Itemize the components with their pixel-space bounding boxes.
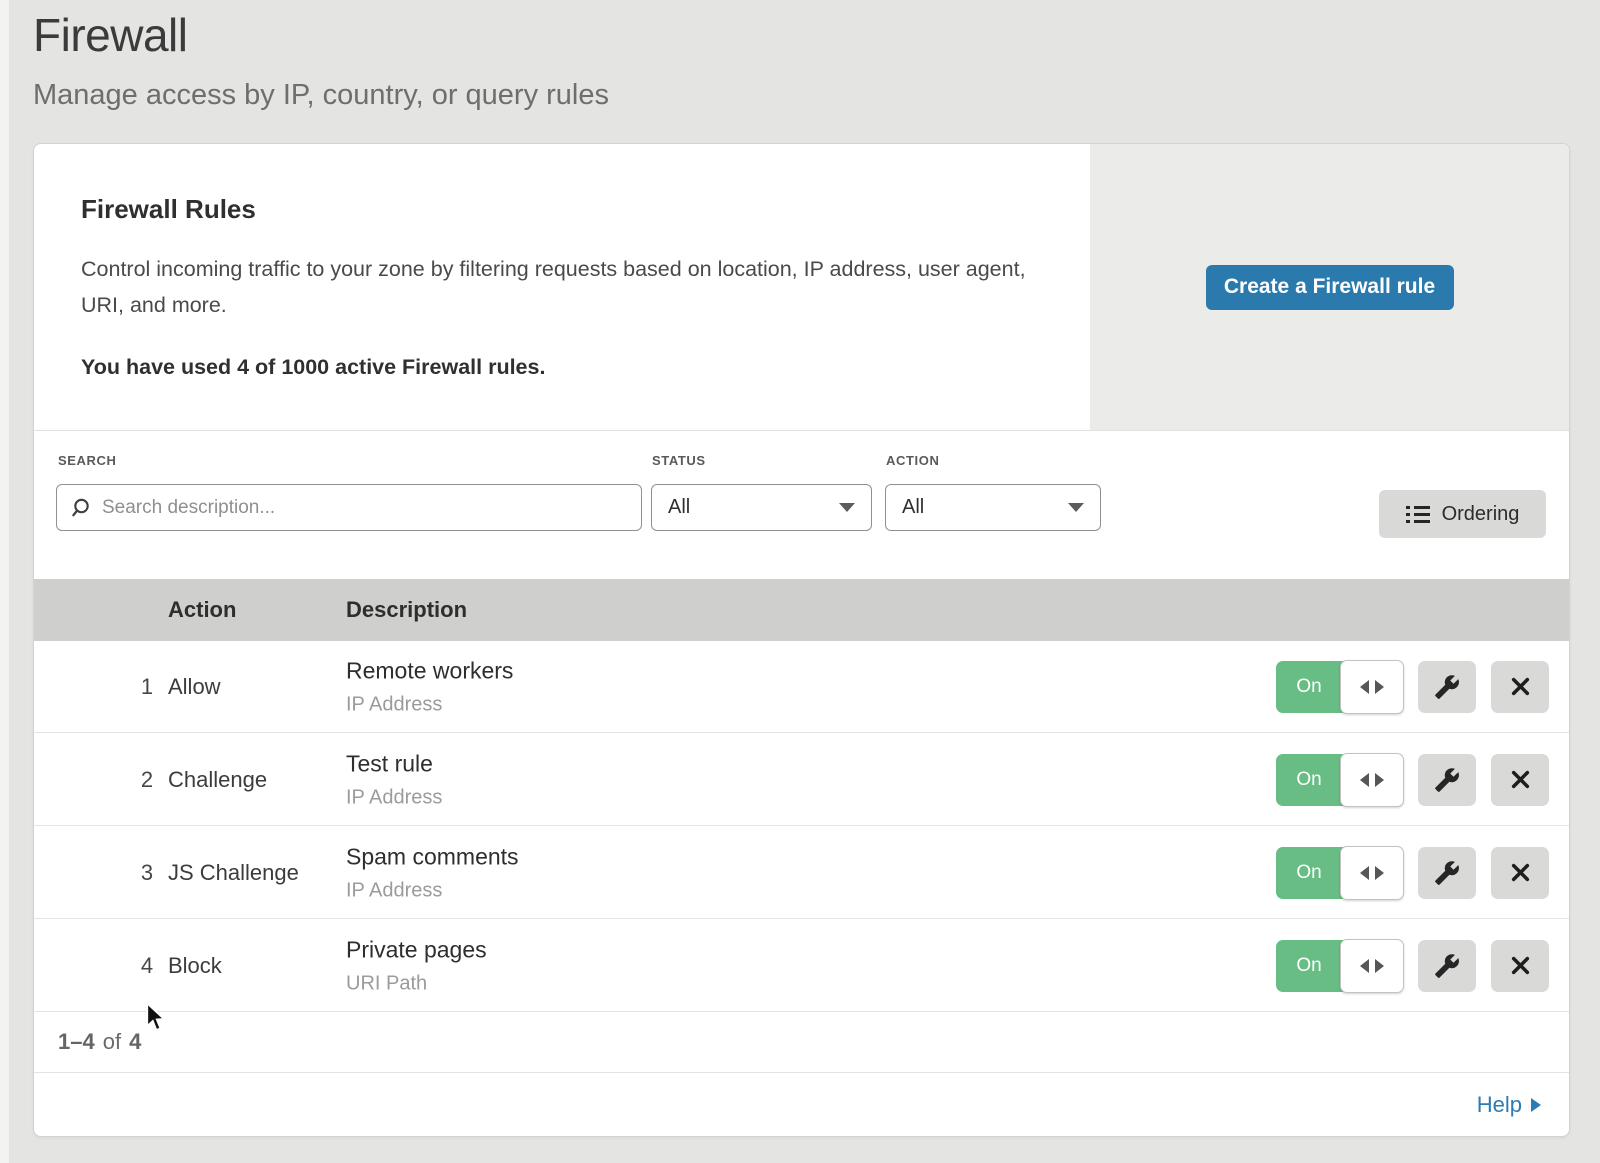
rule-description-cell: Remote workers IP Address — [346, 657, 513, 716]
close-icon — [1510, 769, 1531, 790]
rule-match-type: IP Address — [346, 879, 519, 902]
table-header: Action Description — [34, 579, 1569, 641]
create-firewall-rule-button[interactable]: Create a Firewall rule — [1206, 265, 1454, 310]
wrench-icon — [1434, 860, 1460, 886]
edit-rule-button[interactable] — [1418, 754, 1476, 806]
search-icon — [70, 497, 92, 519]
close-icon — [1510, 862, 1531, 883]
status-selected-value: All — [668, 496, 690, 519]
edit-rule-button[interactable] — [1418, 940, 1476, 992]
close-icon — [1510, 676, 1531, 697]
help-link-label: Help — [1477, 1092, 1522, 1118]
action-select[interactable]: All — [885, 484, 1101, 531]
rule-controls: On — [1276, 847, 1549, 899]
rule-description: Test rule — [346, 750, 442, 777]
rule-controls: On — [1276, 754, 1549, 806]
rule-action: Block — [168, 953, 222, 979]
rule-action: Challenge — [168, 767, 267, 793]
search-label: SEARCH — [58, 453, 117, 468]
window-edge — [0, 0, 9, 1163]
create-rule-panel: Create a Firewall rule — [1090, 144, 1569, 430]
rules-summary-text: Firewall Rules Control incoming traffic … — [81, 194, 1061, 380]
rule-priority: 1 — [129, 674, 165, 700]
ordering-list-icon — [1406, 505, 1430, 524]
delete-rule-button[interactable] — [1491, 940, 1549, 992]
search-field[interactable] — [56, 484, 642, 531]
help-row: Help — [34, 1072, 1569, 1136]
table-row: 3 JS Challenge Spam comments IP Address … — [34, 827, 1569, 919]
rule-description: Remote workers — [346, 657, 513, 684]
rule-match-type: IP Address — [346, 693, 513, 716]
action-selected-value: All — [902, 496, 924, 519]
close-icon — [1510, 955, 1531, 976]
column-header-action: Action — [168, 597, 236, 623]
rule-match-type: URI Path — [346, 972, 487, 995]
rule-controls: On — [1276, 940, 1549, 992]
page-title: Firewall — [33, 8, 187, 62]
toggle-on-label: On — [1276, 940, 1342, 992]
rule-action: Allow — [168, 674, 221, 700]
horizontal-arrows-icon[interactable] — [1340, 939, 1404, 993]
search-input[interactable] — [102, 497, 628, 519]
rule-priority: 3 — [129, 860, 165, 886]
delete-rule-button[interactable] — [1491, 661, 1549, 713]
rule-priority: 4 — [129, 953, 165, 979]
rule-action: JS Challenge — [168, 860, 299, 886]
rule-description: Private pages — [346, 936, 487, 963]
ordering-button-label: Ordering — [1442, 503, 1520, 526]
rule-priority: 2 — [129, 767, 165, 793]
horizontal-arrows-icon[interactable] — [1340, 846, 1404, 900]
help-link[interactable]: Help — [1477, 1092, 1541, 1118]
toggle-on-label: On — [1276, 754, 1342, 806]
rule-enabled-toggle[interactable]: On — [1276, 754, 1403, 806]
section-heading: Firewall Rules — [81, 194, 1061, 225]
filter-bar: SEARCH STATUS All ACTION All — [34, 432, 1569, 579]
action-label: ACTION — [886, 453, 939, 468]
wrench-icon — [1434, 953, 1460, 979]
usage-summary: You have used 4 of 1000 active Firewall … — [81, 355, 1061, 380]
table-row: 1 Allow Remote workers IP Address On — [34, 641, 1569, 733]
pagination-total: 4 — [129, 1029, 141, 1055]
help-arrow-icon — [1531, 1098, 1541, 1112]
rule-match-type: IP Address — [346, 786, 442, 809]
section-description: Control incoming traffic to your zone by… — [81, 251, 1031, 323]
status-label: STATUS — [652, 453, 706, 468]
pagination-of: of — [103, 1029, 121, 1055]
rule-description-cell: Private pages URI Path — [346, 936, 487, 995]
rules-summary-section: Firewall Rules Control incoming traffic … — [34, 144, 1569, 431]
edit-rule-button[interactable] — [1418, 847, 1476, 899]
pagination-summary: 1–4 of 4 — [34, 1012, 1569, 1072]
rule-controls: On — [1276, 661, 1549, 713]
pagination-range: 1–4 — [58, 1029, 95, 1055]
firewall-page: Firewall Manage access by IP, country, o… — [0, 0, 1600, 1163]
chevron-down-icon — [1068, 503, 1084, 512]
table-row: 2 Challenge Test rule IP Address On — [34, 734, 1569, 826]
rule-description-cell: Spam comments IP Address — [346, 843, 519, 902]
table-row: 4 Block Private pages URI Path On — [34, 920, 1569, 1012]
toggle-on-label: On — [1276, 847, 1342, 899]
column-header-description: Description — [346, 597, 467, 623]
status-select[interactable]: All — [651, 484, 872, 531]
rule-enabled-toggle[interactable]: On — [1276, 847, 1403, 899]
horizontal-arrows-icon[interactable] — [1340, 753, 1404, 807]
wrench-icon — [1434, 674, 1460, 700]
page-subtitle: Manage access by IP, country, or query r… — [33, 79, 609, 112]
delete-rule-button[interactable] — [1491, 754, 1549, 806]
rule-enabled-toggle[interactable]: On — [1276, 661, 1403, 713]
toggle-on-label: On — [1276, 661, 1342, 713]
rule-enabled-toggle[interactable]: On — [1276, 940, 1403, 992]
delete-rule-button[interactable] — [1491, 847, 1549, 899]
rule-description: Spam comments — [346, 843, 519, 870]
edit-rule-button[interactable] — [1418, 661, 1476, 713]
rule-description-cell: Test rule IP Address — [346, 750, 442, 809]
horizontal-arrows-icon[interactable] — [1340, 660, 1404, 714]
ordering-button[interactable]: Ordering — [1379, 490, 1546, 538]
firewall-rules-card: Firewall Rules Control incoming traffic … — [33, 143, 1570, 1137]
wrench-icon — [1434, 767, 1460, 793]
chevron-down-icon — [839, 503, 855, 512]
